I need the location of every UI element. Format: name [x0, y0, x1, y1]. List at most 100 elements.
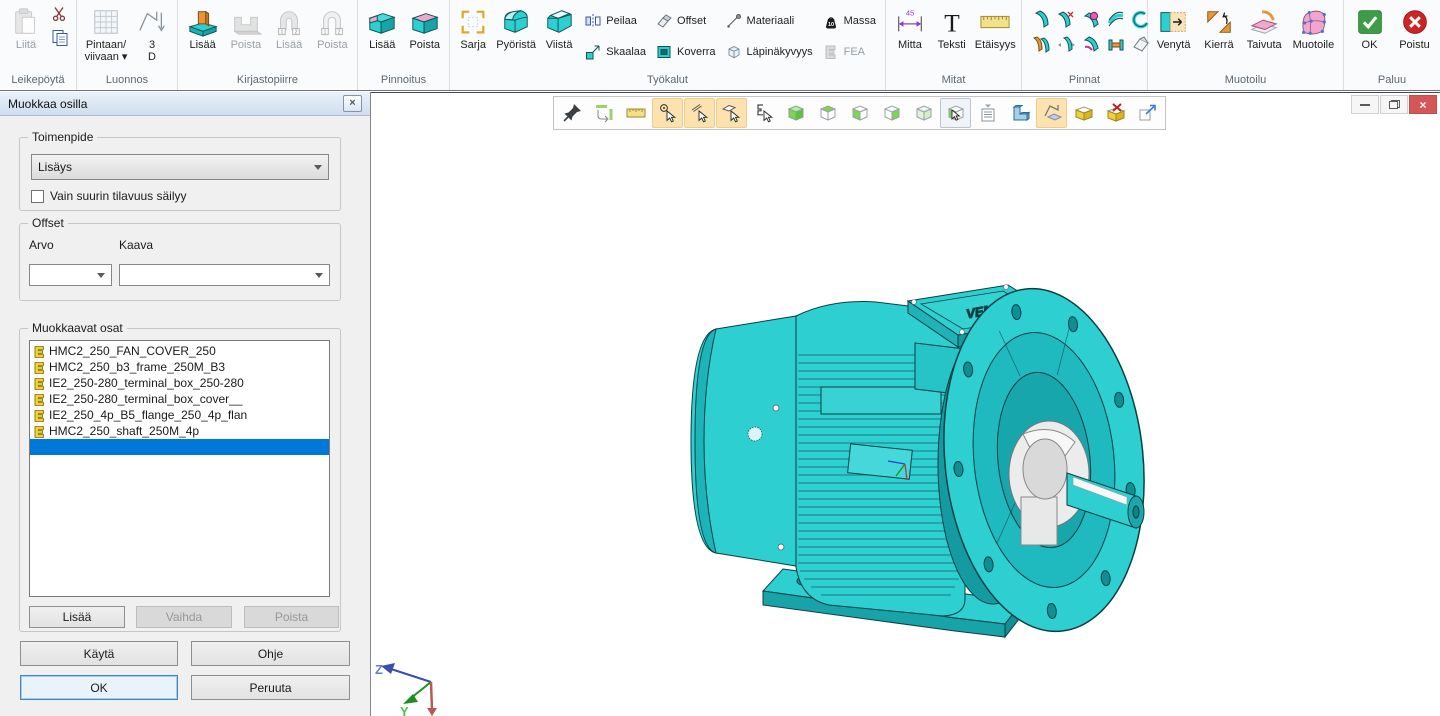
- store-part-button[interactable]: [1068, 98, 1099, 128]
- text-button[interactable]: T Teksti: [931, 2, 973, 73]
- help-button[interactable]: Ohje: [191, 641, 350, 666]
- list-item[interactable]: HMC2_250_shaft_250M_4p: [30, 423, 329, 439]
- formula-combo[interactable]: [119, 264, 330, 286]
- display-side-face-button[interactable]: [844, 98, 875, 128]
- display-ghost-button[interactable]: [908, 98, 939, 128]
- cancel-button[interactable]: Peruuta: [191, 675, 350, 700]
- twist-button[interactable]: Kierrä: [1196, 2, 1241, 73]
- display-ghost-icon: [913, 102, 935, 124]
- surface-trim-button[interactable]: [1079, 33, 1103, 57]
- display-solid-button[interactable]: [780, 98, 811, 128]
- distance-button[interactable]: Etäisyys: [973, 2, 1018, 73]
- remove-part-button[interactable]: Poista: [244, 606, 339, 628]
- coating-remove-button[interactable]: Poista: [404, 2, 447, 73]
- change-part-button[interactable]: Vaihda: [136, 606, 232, 628]
- scale-button[interactable]: Skaalaa: [585, 36, 646, 67]
- shape-button[interactable]: Muotoile: [1287, 2, 1340, 73]
- surface-patch-icon: [1106, 35, 1126, 55]
- ok-button[interactable]: OK: [20, 675, 178, 700]
- list-item[interactable]: HMC2_250_b3_frame_250M_B3: [30, 359, 329, 375]
- coating-add-button[interactable]: Lisää: [361, 2, 404, 73]
- bend-button[interactable]: Taivuta: [1242, 2, 1287, 73]
- fillet-button[interactable]: Pyöristä: [493, 2, 539, 73]
- display-back-face-button[interactable]: [876, 98, 907, 128]
- hollow-button[interactable]: Koverra: [656, 36, 716, 67]
- list-item[interactable]: HMC2_250_FAN_COVER_250: [30, 343, 329, 359]
- link-part-button[interactable]: [1132, 98, 1163, 128]
- offset-button[interactable]: Offset: [656, 5, 716, 36]
- operation-select[interactable]: Lisäys: [31, 154, 329, 180]
- surface-create-button[interactable]: [1029, 8, 1053, 32]
- copy-button[interactable]: [51, 29, 69, 50]
- pick-face-button[interactable]: [716, 98, 747, 128]
- pick-point-button[interactable]: [652, 98, 683, 128]
- pin-button[interactable]: [556, 98, 587, 128]
- dialog-close-button[interactable]: ×: [343, 95, 362, 112]
- selected-empty-row[interactable]: [30, 439, 329, 455]
- svg-text:2: 2: [295, 29, 298, 35]
- sketch-3d-button[interactable]: 3 D: [132, 2, 172, 73]
- list-item[interactable]: IE2_250-280_terminal_box_cover__: [30, 391, 329, 407]
- stretch-button[interactable]: Venytä: [1151, 2, 1196, 73]
- only-largest-volume-checkbox[interactable]: [31, 190, 44, 203]
- dimension-button[interactable]: 45 Mitta: [889, 2, 931, 73]
- ruler-toggle-button[interactable]: [620, 98, 651, 128]
- close-window-button[interactable]: ×: [1409, 95, 1437, 114]
- measure-mode-button[interactable]: [588, 98, 619, 128]
- library-add-button[interactable]: Lisää: [181, 2, 224, 73]
- profile-button[interactable]: [1004, 98, 1035, 128]
- library-add2-button[interactable]: 12 Lisää: [268, 2, 311, 73]
- surface-delete-button[interactable]: [1054, 8, 1078, 32]
- svg-text:1: 1: [324, 29, 327, 35]
- transparency-icon: [726, 44, 742, 60]
- ok-ribbon-button[interactable]: OK: [1347, 2, 1392, 73]
- restore-button[interactable]: [1380, 95, 1408, 114]
- mass-button[interactable]: 10 Massa: [823, 5, 876, 36]
- part-icon: [33, 393, 46, 406]
- surface-patch-button[interactable]: [1104, 33, 1128, 57]
- cut-button[interactable]: [51, 6, 69, 25]
- parts-listbox[interactable]: HMC2_250_FAN_COVER_250 HMC2_250_b3_frame…: [29, 340, 330, 597]
- model-viewport[interactable]: ×: [371, 92, 1440, 716]
- pick-body-button[interactable]: [940, 98, 971, 128]
- display-top-face-button[interactable]: [812, 98, 843, 128]
- only-largest-volume-checkbox-row[interactable]: Vain suurin tilavuus säilyy: [31, 189, 187, 203]
- series-label: Sarja: [460, 39, 486, 51]
- sketch-on-face-button[interactable]: Pintaan/ viivaan ▾: [80, 2, 132, 73]
- display-top-face-icon: [817, 102, 839, 124]
- series-button[interactable]: Sarja: [453, 2, 493, 73]
- library-remove-button[interactable]: Poista: [224, 2, 267, 73]
- feature-list-button[interactable]: [972, 98, 1003, 128]
- dialog-titlebar[interactable]: Muokkaa osilla ×: [0, 92, 370, 116]
- value-combo[interactable]: [29, 264, 112, 286]
- surface-move-button[interactable]: [1054, 33, 1078, 57]
- profile-icon: [1009, 102, 1031, 124]
- surface-sweep-button[interactable]: [1104, 8, 1128, 32]
- fea-button[interactable]: FEA: [823, 36, 876, 67]
- material-button[interactable]: Materiaali: [726, 5, 813, 36]
- transparency-button[interactable]: Läpinäkyvyys: [726, 36, 813, 67]
- pick-feature-icon: [753, 102, 775, 124]
- surface-fillet-button[interactable]: [1079, 8, 1103, 32]
- exit-button[interactable]: Poistu: [1392, 2, 1437, 73]
- mirror-button[interactable]: Peilaa: [585, 5, 646, 36]
- motor-3d-model[interactable]: VEM: [671, 269, 1151, 659]
- minimize-icon: [1360, 104, 1370, 106]
- svg-text:45: 45: [906, 8, 914, 17]
- library-remove2-button[interactable]: 12 Poista: [311, 2, 354, 73]
- sketch-3d-mode-button[interactable]: [1036, 98, 1067, 128]
- display-side-face-icon: [849, 102, 871, 124]
- store-part-icon: [1073, 102, 1095, 124]
- apply-button[interactable]: Käytä: [20, 641, 178, 666]
- pick-feature-button[interactable]: [748, 98, 779, 128]
- list-item[interactable]: IE2_250_4p_B5_flange_250_4p_flan: [30, 407, 329, 423]
- paste-button[interactable]: Liitä: [3, 2, 49, 73]
- add-part-button[interactable]: Lisää: [29, 606, 125, 628]
- chamfer-button[interactable]: Viistä: [539, 2, 579, 73]
- delete-part-button[interactable]: [1100, 98, 1131, 128]
- list-item[interactable]: IE2_250-280_terminal_box_250-280: [30, 375, 329, 391]
- pick-edge-button[interactable]: [684, 98, 715, 128]
- minimize-button[interactable]: [1351, 95, 1379, 114]
- feature-list-icon: [977, 102, 999, 124]
- surface-pair-button[interactable]: [1029, 33, 1053, 57]
